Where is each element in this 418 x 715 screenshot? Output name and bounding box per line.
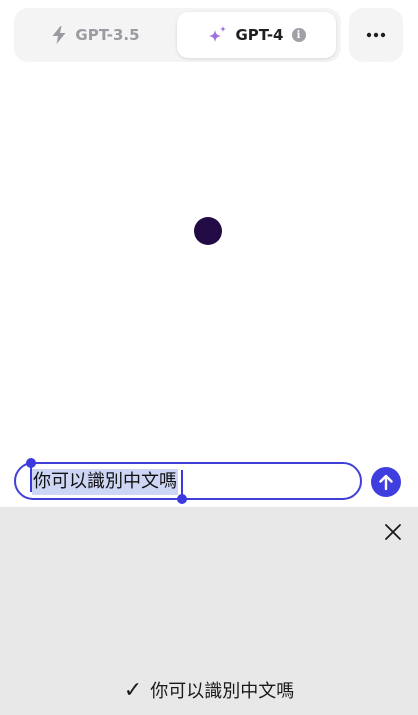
info-icon[interactable]: i bbox=[291, 28, 306, 42]
selection-start-stem bbox=[30, 466, 32, 492]
loading-indicator bbox=[194, 217, 222, 245]
tab-gpt-4[interactable]: GPT-4 i bbox=[177, 12, 336, 58]
checkmark-icon: ✓ bbox=[123, 677, 143, 703]
close-button[interactable] bbox=[382, 521, 404, 543]
selection-end-stem bbox=[181, 470, 183, 496]
dictation-suggestion[interactable]: ✓ 你可以識別中文嗎 bbox=[0, 677, 418, 703]
close-icon bbox=[385, 524, 401, 540]
selection-start-handle[interactable] bbox=[26, 458, 36, 468]
message-input[interactable]: 你可以識別中文嗎 bbox=[14, 458, 362, 504]
send-button[interactable] bbox=[371, 467, 401, 497]
tab-gpt-3-5-label: GPT-3.5 bbox=[75, 26, 140, 44]
tab-gpt-4-label: GPT-4 bbox=[235, 26, 284, 44]
more-options-button[interactable] bbox=[349, 8, 403, 62]
sparkles-icon bbox=[208, 26, 226, 42]
selection-end-handle[interactable] bbox=[177, 494, 187, 504]
tab-gpt-3-5[interactable]: GPT-3.5 bbox=[18, 12, 173, 58]
lightning-icon bbox=[52, 26, 66, 44]
message-input-text[interactable]: 你可以識別中文嗎 bbox=[32, 469, 178, 495]
suggestion-text: 你可以識別中文嗎 bbox=[150, 681, 295, 702]
model-switcher: GPT-3.5 GPT-4 i bbox=[14, 8, 341, 62]
more-horizontal-icon bbox=[366, 32, 386, 38]
dictation-panel: ✓ 你可以識別中文嗎 bbox=[0, 507, 418, 715]
chat-screen: GPT-3.5 GPT-4 i 你可以識別中文嗎 ✓ 你可以識別中文嗎 bbox=[0, 0, 418, 715]
arrow-up-icon bbox=[379, 474, 393, 491]
